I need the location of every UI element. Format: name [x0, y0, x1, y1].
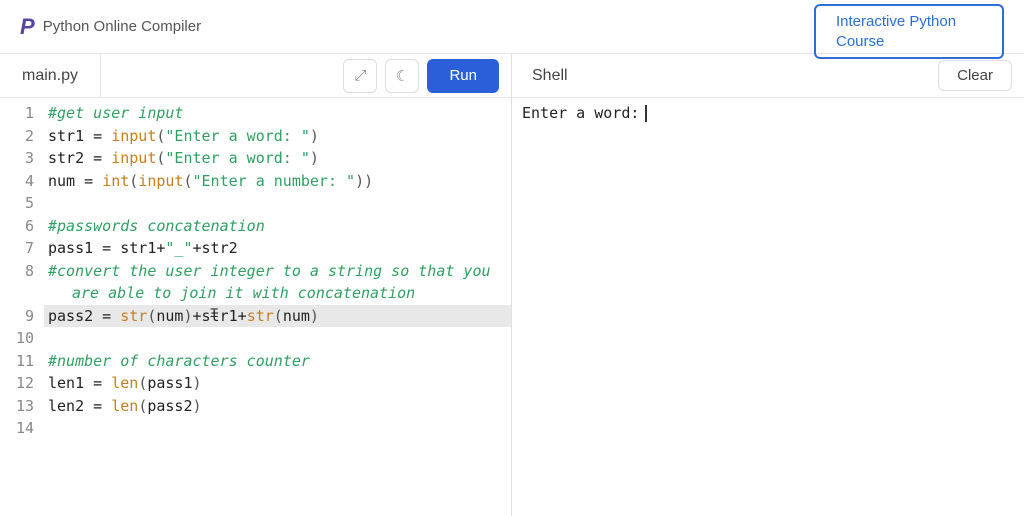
- code-content[interactable]: #get user input str1 = input("Enter a wo…: [44, 98, 511, 516]
- shell-panel: Shell Clear Enter a word:: [512, 54, 1024, 516]
- logo-icon: P: [20, 14, 35, 40]
- shell-title: Shell: [524, 67, 568, 85]
- shell-cursor-icon: [645, 105, 647, 122]
- run-button[interactable]: Run: [427, 59, 499, 93]
- shell-output[interactable]: Enter a word:: [512, 98, 1024, 516]
- logo-subtitle: Python Online Compiler: [43, 18, 201, 35]
- logo[interactable]: P Python Online Compiler: [20, 14, 201, 40]
- minimize-button[interactable]: ⤢: [343, 59, 377, 93]
- line-gutter: 1 2 3 4 5 6 7 8 9 10 11 12 13 14: [0, 98, 44, 516]
- app-header: P Python Online Compiler Interactive Pyt…: [0, 0, 1024, 54]
- theme-toggle-button[interactable]: ☾: [385, 59, 419, 93]
- editor-panel: main.py ⤢ ☾ Run 1 2 3 4 5 6 7 8 9 10: [0, 54, 512, 516]
- editor-toolbar: main.py ⤢ ☾ Run: [0, 54, 511, 98]
- shell-prompt-line: Enter a word:: [522, 104, 639, 122]
- main-area: main.py ⤢ ☾ Run 1 2 3 4 5 6 7 8 9 10: [0, 54, 1024, 516]
- clear-button[interactable]: Clear: [938, 60, 1012, 91]
- file-tab[interactable]: main.py: [0, 54, 101, 97]
- moon-icon: ☾: [396, 67, 409, 85]
- minimize-icon: ⤢: [354, 67, 366, 84]
- code-editor[interactable]: 1 2 3 4 5 6 7 8 9 10 11 12 13 14 #get us…: [0, 98, 511, 516]
- course-cta-button[interactable]: Interactive Python Course: [814, 4, 1004, 59]
- shell-toolbar: Shell Clear: [512, 54, 1024, 98]
